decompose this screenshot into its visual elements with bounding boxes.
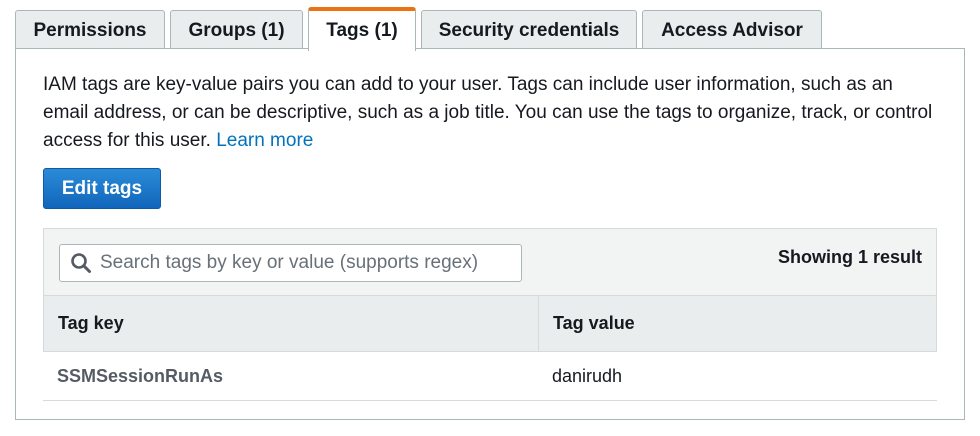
tags-panel: IAM tags are key-value pairs you can add… <box>15 48 965 420</box>
table-header: Tag key Tag value <box>43 295 937 352</box>
tab-tags[interactable]: Tags (1) <box>308 7 416 51</box>
column-header-tag-key[interactable]: Tag key <box>44 296 539 351</box>
tab-access-advisor[interactable]: Access Advisor <box>642 10 822 50</box>
table-toolbar: Showing 1 result <box>43 228 937 296</box>
search-icon <box>66 248 96 278</box>
column-header-tag-value[interactable]: Tag value <box>539 296 936 351</box>
tags-table: Showing 1 result Tag key Tag value SSMSe… <box>43 228 937 402</box>
tab-permissions[interactable]: Permissions <box>15 10 165 50</box>
tab-bar: Permissions Groups (1) Tags (1) Security… <box>0 0 980 51</box>
tag-key-cell: SSMSessionRunAs <box>57 365 224 386</box>
description-text: IAM tags are key-value pairs you can add… <box>43 74 933 151</box>
tab-groups[interactable]: Groups (1) <box>170 10 303 50</box>
tab-security-credentials[interactable]: Security credentials <box>421 10 637 50</box>
tag-value-cell: danirudh <box>552 365 623 386</box>
tags-description: IAM tags are key-value pairs you can add… <box>43 71 943 155</box>
edit-tags-button[interactable]: Edit tags <box>43 168 161 209</box>
result-count: Showing 1 result <box>777 247 922 267</box>
table-row: SSMSessionRunAs danirudh <box>43 352 937 401</box>
search-box[interactable] <box>59 244 522 282</box>
search-input[interactable] <box>96 252 516 274</box>
learn-more-link[interactable]: Learn more <box>216 130 313 151</box>
